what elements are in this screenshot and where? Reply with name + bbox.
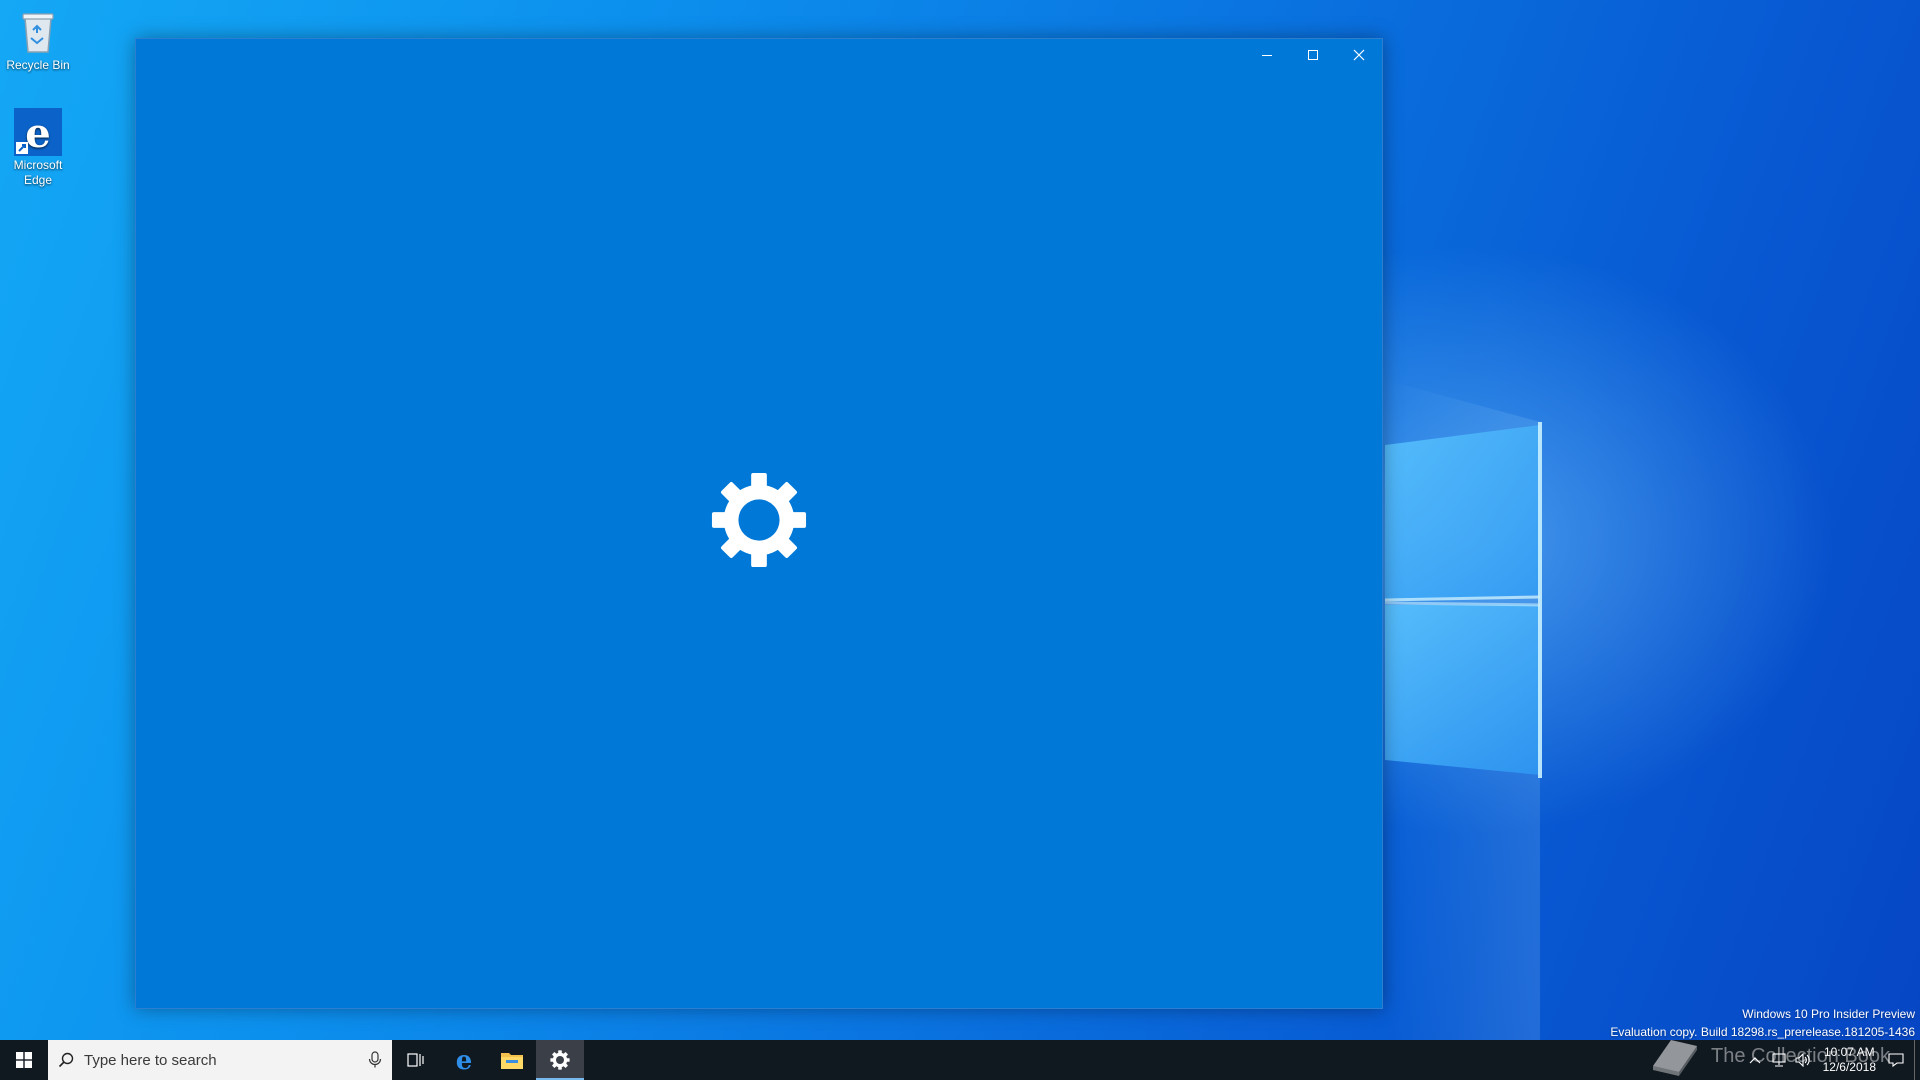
taskbar: Type here to search e 10:07 AM 12/6/2018	[0, 1040, 1920, 1080]
volume-icon	[1795, 1053, 1810, 1067]
edge-icon: e	[456, 1048, 473, 1072]
windows-start-icon	[16, 1052, 32, 1068]
tray-network-button[interactable]	[1767, 1040, 1791, 1080]
desktop-icon-label: Recycle Bin	[6, 58, 70, 72]
maximize-button[interactable]	[1290, 39, 1336, 71]
settings-window	[135, 38, 1383, 1009]
recycle-bin-icon	[22, 13, 54, 53]
taskbar-clock[interactable]: 10:07 AM 12/6/2018	[1815, 1045, 1884, 1075]
taskbar-microsoft-edge[interactable]: e	[440, 1040, 488, 1080]
taskbar-task-view[interactable]	[392, 1040, 440, 1080]
maximize-icon	[1308, 50, 1318, 60]
taskbar-file-explorer[interactable]	[488, 1040, 536, 1080]
search-icon	[58, 1052, 74, 1068]
title-bar	[1244, 39, 1382, 71]
tray-volume-button[interactable]	[1791, 1040, 1815, 1080]
tray-overflow-button[interactable]	[1743, 1040, 1767, 1080]
edge-icon: e	[14, 108, 62, 157]
show-desktop-button[interactable]	[1914, 1040, 1920, 1080]
clock-date: 12/6/2018	[1822, 1060, 1876, 1074]
svg-text:e: e	[25, 110, 50, 156]
microphone-icon[interactable]	[368, 1051, 382, 1069]
clock-time: 10:07 AM	[1823, 1045, 1875, 1059]
windows-build-watermark: Windows 10 Pro Insider Preview Evaluatio…	[1610, 1005, 1915, 1040]
watermark-build: Evaluation copy. Build 18298.rs_prerelea…	[1610, 1025, 1915, 1039]
svg-text:e: e	[456, 1048, 473, 1072]
desktop-icon-label: Microsoft Edge	[13, 158, 63, 187]
minimize-button[interactable]	[1244, 39, 1290, 71]
task-view-icon	[407, 1053, 424, 1067]
chevron-up-icon	[1749, 1057, 1761, 1064]
start-button[interactable]	[0, 1040, 48, 1080]
watermark-edition: Windows 10 Pro Insider Preview	[1742, 1007, 1915, 1021]
desktop-icon-microsoft-edge[interactable]: e Microsoft Edge	[1, 108, 75, 188]
taskbar-settings[interactable]	[536, 1040, 584, 1080]
network-icon	[1772, 1053, 1786, 1067]
close-button[interactable]	[1336, 39, 1382, 71]
action-center-button[interactable]	[1884, 1040, 1908, 1080]
search-placeholder: Type here to search	[84, 1051, 217, 1069]
notification-icon	[1888, 1053, 1904, 1068]
minimize-icon	[1262, 55, 1272, 56]
folder-icon	[501, 1053, 523, 1069]
gear-icon	[711, 472, 807, 568]
desktop: Recycle Bin e Microsoft Edge Windows 10 …	[0, 0, 1920, 1040]
system-tray: 10:07 AM 12/6/2018	[1743, 1040, 1920, 1080]
close-icon	[1353, 49, 1365, 61]
desktop-icon-recycle-bin[interactable]: Recycle Bin	[1, 8, 75, 73]
gear-icon	[550, 1050, 570, 1070]
taskbar-search-box[interactable]: Type here to search	[48, 1040, 392, 1080]
